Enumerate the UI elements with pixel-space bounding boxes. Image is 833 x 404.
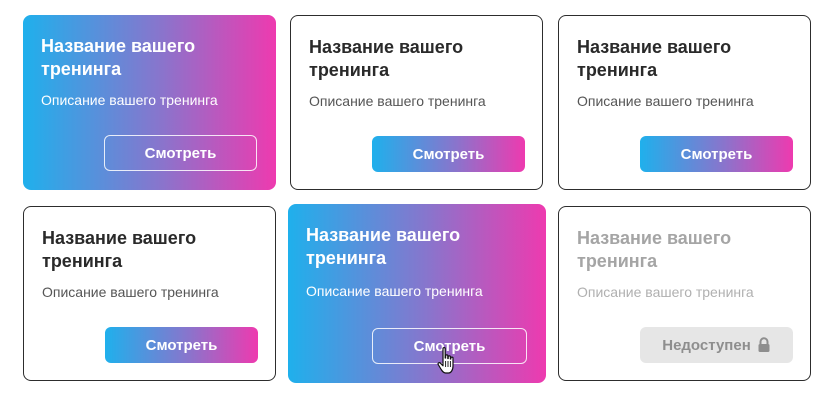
unavailable-button: Недоступен <box>640 327 793 363</box>
view-button[interactable]: Смотреть <box>372 328 527 364</box>
training-description: Описание вашего тренинга <box>41 92 218 108</box>
training-title: Название вашего тренинга <box>42 228 197 271</box>
training-title: Название вашего тренинга <box>577 37 732 80</box>
training-description: Описание вашего тренинга <box>577 93 754 109</box>
training-title: Название вашего тренинга <box>41 36 196 79</box>
training-description: Описание вашего тренинга <box>42 284 219 300</box>
view-button[interactable]: Смотреть <box>104 135 257 171</box>
training-card-1[interactable]: Название вашего тренинга Описание вашего… <box>23 15 276 190</box>
training-title: Название вашего тренинга <box>309 37 464 80</box>
training-title: Название вашего тренинга <box>577 228 732 271</box>
training-card-2[interactable]: Название вашего тренинга Описание вашего… <box>290 15 543 190</box>
training-title: Название вашего тренинга <box>306 225 461 268</box>
view-button[interactable]: Смотреть <box>105 327 258 363</box>
training-card-6: Название вашего тренинга Описание вашего… <box>558 206 811 381</box>
training-card-4[interactable]: Название вашего тренинга Описание вашего… <box>23 206 276 381</box>
training-description: Описание вашего тренинга <box>306 283 483 299</box>
view-button[interactable]: Смотреть <box>640 136 793 172</box>
lock-icon <box>758 337 770 352</box>
training-card-5[interactable]: Название вашего тренинга Описание вашего… <box>288 204 546 383</box>
training-card-3[interactable]: Название вашего тренинга Описание вашего… <box>558 15 811 190</box>
training-description: Описание вашего тренинга <box>309 93 486 109</box>
training-description: Описание вашего тренинга <box>577 284 754 300</box>
view-button[interactable]: Смотреть <box>372 136 525 172</box>
unavailable-label: Недоступен <box>662 336 751 354</box>
